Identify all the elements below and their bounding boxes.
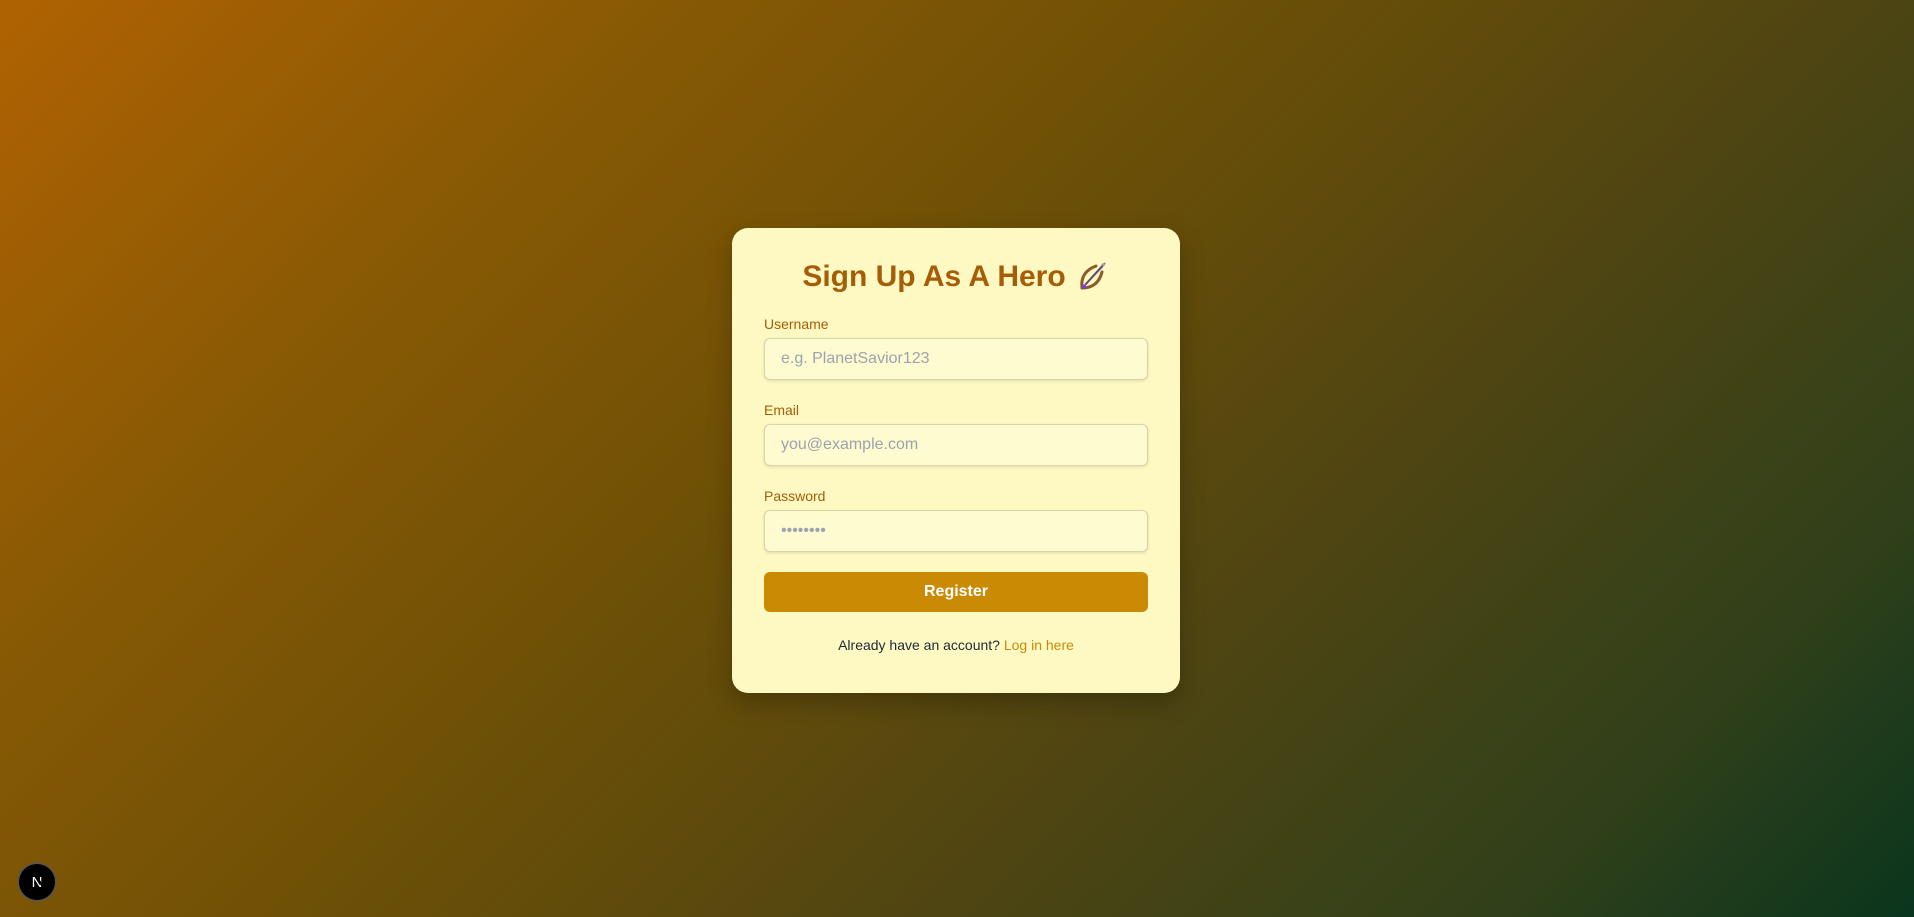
bow-and-arrow-icon [1079, 262, 1106, 290]
title-text: Sign Up As A Hero [802, 260, 1066, 293]
register-button[interactable]: Register [764, 572, 1148, 612]
nextjs-logo-icon: N [32, 874, 44, 891]
login-prompt-text: Already have an account? [838, 637, 1000, 653]
email-label: Email [764, 402, 800, 418]
login-link[interactable]: Log in here [1004, 637, 1074, 653]
username-input[interactable] [764, 338, 1148, 380]
page-title: Sign Up As A Hero [764, 258, 1148, 294]
signup-card: Sign Up As A Hero Username Email Passwor… [732, 228, 1180, 693]
nextjs-dev-badge[interactable]: N [19, 864, 55, 900]
password-label: Password [764, 488, 826, 504]
username-label: Username [764, 316, 829, 332]
login-prompt: Already have an account? Log in here [764, 637, 1148, 653]
password-field-group: Password [764, 488, 1148, 552]
password-input[interactable] [764, 510, 1148, 552]
email-input[interactable] [764, 424, 1148, 466]
username-field-group: Username [764, 316, 1148, 380]
email-field-group: Email [764, 402, 1148, 466]
